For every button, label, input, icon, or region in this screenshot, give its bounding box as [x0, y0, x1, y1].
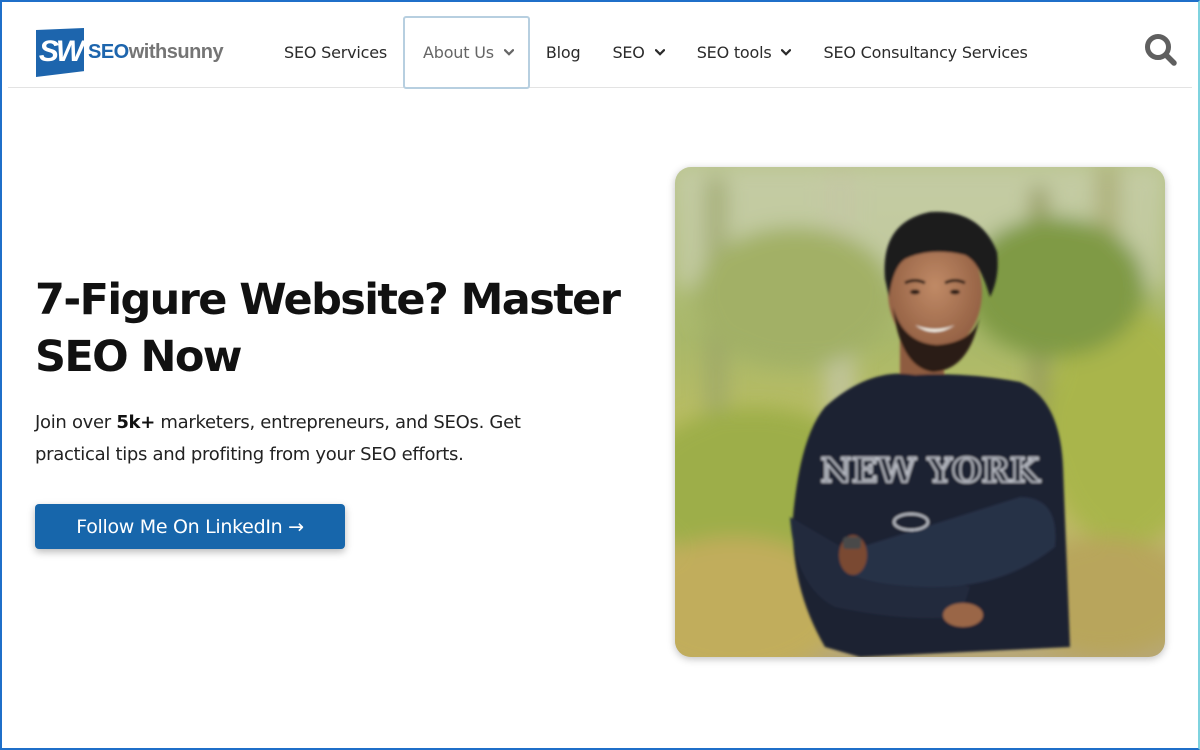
cta-label: Follow Me On LinkedIn →: [76, 515, 304, 538]
nav-item-about-us[interactable]: About Us: [403, 16, 530, 89]
hero-title-line2: SEO Now: [35, 332, 243, 382]
follow-linkedin-button[interactable]: Follow Me On LinkedIn →: [35, 504, 345, 549]
nav-item-seo-consultancy[interactable]: SEO Consultancy Services: [807, 16, 1043, 89]
nav-label: Blog: [545, 43, 581, 62]
nav-label: SEO Consultancy Services: [823, 43, 1028, 62]
profile-photo: NEW YORK: [675, 167, 1165, 657]
shirt-print-text: NEW YORK: [821, 451, 1041, 491]
search-icon: [1145, 34, 1177, 66]
nav-label: SEO tools: [696, 43, 772, 62]
hero-title: 7-Figure Website? Master SEO Now: [35, 272, 635, 386]
nav-label: About Us: [423, 43, 494, 62]
chevron-down-icon: [503, 48, 514, 58]
logo-mark-text: SW: [38, 34, 84, 68]
logo-text-seo: SEO: [88, 41, 129, 63]
nav-item-blog[interactable]: Blog: [530, 16, 597, 89]
chevron-down-icon: [781, 48, 792, 58]
site-header: SW SEOwithsunny SEO Services About Us Bl…: [8, 0, 1192, 89]
site-logo[interactable]: SW SEOwithsunny: [36, 28, 224, 77]
subtitle-pre: Join over: [35, 412, 117, 433]
main-nav: SEO Services About Us Blog SEO SEO tools…: [268, 16, 1044, 89]
hero-subtitle: Join over 5k+ marketers, entrepreneurs, …: [35, 407, 595, 471]
nav-item-seo[interactable]: SEO: [596, 16, 680, 89]
search-button[interactable]: [1141, 30, 1181, 70]
nav-item-seo-tools[interactable]: SEO tools: [681, 16, 808, 89]
subtitle-highlight: 5k+: [116, 412, 156, 433]
nav-label: SEO Services: [284, 43, 388, 62]
nav-label: SEO: [612, 43, 645, 62]
logo-wordmark: SEOwithsunny: [88, 41, 224, 64]
logo-text-rest: withsunny: [128, 41, 224, 63]
logo-mark: SW: [36, 28, 84, 77]
hero-title-line1: 7-Figure Website? Master: [35, 275, 621, 325]
nav-item-seo-services[interactable]: SEO Services: [268, 16, 403, 89]
chevron-down-icon: [654, 48, 665, 58]
